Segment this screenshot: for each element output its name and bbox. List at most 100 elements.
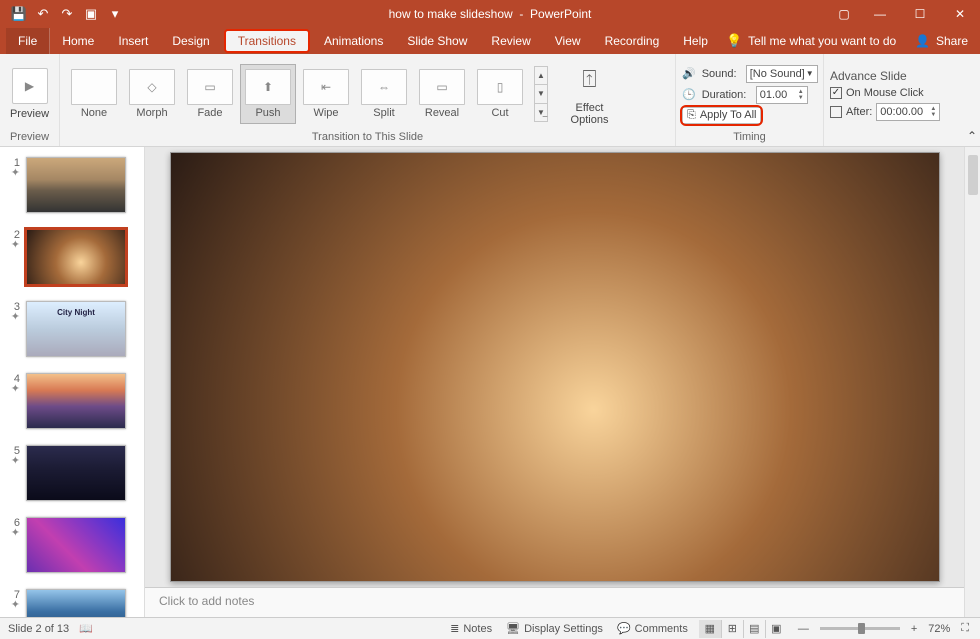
gallery-scroll-up-icon[interactable]: ▲ bbox=[535, 67, 547, 85]
effect-options-button[interactable]: ⍐ Effect Options bbox=[562, 62, 617, 126]
notes-pane[interactable]: Click to add notes bbox=[145, 587, 964, 617]
notes-button[interactable]: ≣Notes bbox=[447, 622, 495, 635]
tell-me-search[interactable]: 💡 Tell me what you want to do bbox=[726, 28, 896, 54]
save-icon[interactable]: 💾 bbox=[8, 3, 30, 25]
transition-cut[interactable]: ▯Cut bbox=[472, 65, 528, 123]
checkbox-checked-icon: ✓ bbox=[830, 87, 842, 99]
redo-icon[interactable]: ↷ bbox=[56, 3, 78, 25]
transition-star-icon: ✦ bbox=[11, 457, 20, 465]
start-from-beginning-icon[interactable]: ▣ bbox=[80, 3, 102, 25]
slideshow-view-button[interactable]: ▣ bbox=[765, 620, 787, 638]
duration-label: Duration: bbox=[702, 89, 750, 101]
undo-icon[interactable]: ↶ bbox=[32, 3, 54, 25]
slide-thumb-1[interactable]: 1✦ bbox=[0, 155, 144, 215]
transition-none[interactable]: None bbox=[66, 65, 122, 123]
tab-view[interactable]: View bbox=[543, 28, 593, 54]
slide-thumb-5[interactable]: 5✦ bbox=[0, 443, 144, 503]
transition-thumb-icon: ⬆ bbox=[245, 69, 291, 105]
scrollbar-thumb[interactable] bbox=[968, 155, 978, 195]
duration-spinner[interactable]: ▲▼ bbox=[798, 89, 804, 101]
collapse-ribbon-icon[interactable]: ⌃ bbox=[964, 54, 980, 146]
slide-thumb-7[interactable]: 7✦ bbox=[0, 587, 144, 617]
tab-animations[interactable]: Animations bbox=[312, 28, 395, 54]
transition-star-icon: ✦ bbox=[11, 601, 20, 609]
maximize-button[interactable]: ☐ bbox=[900, 0, 940, 28]
bulb-icon: 💡 bbox=[726, 33, 742, 49]
tab-file[interactable]: File bbox=[6, 28, 50, 54]
on-mouse-click-checkbox[interactable]: ✓ On Mouse Click bbox=[830, 87, 940, 99]
display-icon: 🖥 bbox=[506, 622, 520, 635]
notes-icon: ≣ bbox=[450, 622, 459, 635]
minimize-button[interactable]: ― bbox=[860, 0, 900, 28]
sound-icon: 🔊 bbox=[682, 67, 696, 80]
transition-push[interactable]: ⬆Push bbox=[240, 64, 296, 124]
transition-thumb-icon: ⇤ bbox=[303, 69, 349, 105]
ribbon-tabs: File Home Insert Design Transitions Anim… bbox=[0, 28, 980, 54]
transitions-gallery: None ◇Morph▭Fade⬆Push⇤Wipe⇔Split▭Reveal▯C… bbox=[66, 64, 528, 124]
slide-sorter-view-button[interactable]: ⊞ bbox=[721, 620, 743, 638]
normal-view-button[interactable]: ▦ bbox=[699, 620, 721, 638]
transition-label: None bbox=[81, 107, 107, 119]
transition-star-icon: ✦ bbox=[11, 241, 20, 249]
zoom-in-button[interactable]: + bbox=[908, 623, 920, 635]
view-buttons: ▦ ⊞ ▤ ▣ bbox=[699, 620, 787, 638]
qat-more-icon[interactable]: ▾ bbox=[104, 3, 126, 25]
transition-star-icon: ✦ bbox=[11, 313, 20, 321]
tell-me-placeholder: Tell me what you want to do bbox=[748, 34, 896, 48]
gallery-more-icon[interactable]: ▼̲ bbox=[535, 104, 547, 121]
preview-button[interactable]: ▶ Preview bbox=[9, 68, 51, 120]
sound-dropdown[interactable]: [No Sound] ▼ bbox=[746, 65, 818, 83]
vertical-scrollbar[interactable] bbox=[964, 147, 980, 617]
reading-view-button[interactable]: ▤ bbox=[743, 620, 765, 638]
tab-home[interactable]: Home bbox=[50, 28, 106, 54]
transition-split[interactable]: ⇔Split bbox=[356, 65, 412, 123]
effect-options-label: Effect Options bbox=[571, 102, 609, 126]
zoom-out-button[interactable]: ― bbox=[795, 623, 812, 635]
display-settings-button[interactable]: 🖥Display Settings bbox=[503, 622, 606, 635]
quick-access-toolbar: 💾 ↶ ↷ ▣ ▾ bbox=[0, 3, 126, 25]
tab-help[interactable]: Help bbox=[671, 28, 720, 54]
slide-thumb-4[interactable]: 4✦ bbox=[0, 371, 144, 431]
transition-morph[interactable]: ◇Morph bbox=[124, 65, 180, 123]
thumb-image: City Night bbox=[26, 301, 126, 357]
spellcheck-icon[interactable]: 📖 bbox=[79, 622, 93, 635]
share-button[interactable]: 👤 Share bbox=[915, 28, 974, 54]
duration-input[interactable]: 01.00 ▲▼ bbox=[756, 86, 808, 104]
slide-canvas-area[interactable] bbox=[145, 147, 964, 587]
fit-to-window-button[interactable]: ⛶ bbox=[958, 622, 972, 635]
apply-all-label: Apply To All bbox=[700, 109, 757, 121]
close-button[interactable]: ✕ bbox=[940, 0, 980, 28]
transition-fade[interactable]: ▭Fade bbox=[182, 65, 238, 123]
after-time-input[interactable]: 00:00.00 ▲▼ bbox=[876, 103, 940, 121]
tab-design[interactable]: Design bbox=[160, 28, 221, 54]
transition-reveal[interactable]: ▭Reveal bbox=[414, 65, 470, 123]
editor-area: Click to add notes bbox=[145, 147, 964, 617]
sound-value: [No Sound] bbox=[750, 68, 805, 80]
gallery-scroll-down-icon[interactable]: ▼ bbox=[535, 85, 547, 103]
tab-recording[interactable]: Recording bbox=[593, 28, 672, 54]
slide-counter[interactable]: Slide 2 of 13 bbox=[8, 623, 69, 635]
transition-thumb-icon: ▭ bbox=[419, 69, 465, 105]
apply-to-all-button[interactable]: ⎘ Apply To All bbox=[682, 107, 761, 124]
slide-thumb-6[interactable]: 6✦ bbox=[0, 515, 144, 575]
group-label-transitions: Transition to This Slide bbox=[66, 130, 669, 144]
tab-review[interactable]: Review bbox=[479, 28, 542, 54]
slide-thumb-2[interactable]: 2✦ bbox=[0, 227, 144, 287]
checkbox-empty-icon[interactable] bbox=[830, 106, 842, 118]
transition-wipe[interactable]: ⇤Wipe bbox=[298, 65, 354, 123]
tab-transitions[interactable]: Transitions bbox=[224, 29, 310, 53]
comments-button[interactable]: 💬Comments bbox=[614, 622, 691, 635]
zoom-percent[interactable]: 72% bbox=[928, 623, 950, 635]
slide-thumb-3[interactable]: 3✦City Night bbox=[0, 299, 144, 359]
ribbon-display-options-icon[interactable]: ▢ bbox=[828, 0, 860, 28]
tab-insert[interactable]: Insert bbox=[106, 28, 160, 54]
after-spinner[interactable]: ▲▼ bbox=[930, 106, 936, 118]
on-mouse-click-label: On Mouse Click bbox=[846, 87, 924, 99]
slide-thumbnail-pane[interactable]: 1✦2✦3✦City Night4✦5✦6✦7✦ bbox=[0, 147, 145, 617]
tab-slideshow[interactable]: Slide Show bbox=[395, 28, 479, 54]
zoom-slider[interactable] bbox=[820, 627, 900, 630]
share-icon: 👤 bbox=[915, 34, 930, 48]
group-label-preview: Preview bbox=[6, 130, 53, 144]
slide-canvas[interactable] bbox=[170, 152, 940, 582]
app-name: PowerPoint bbox=[530, 7, 591, 21]
